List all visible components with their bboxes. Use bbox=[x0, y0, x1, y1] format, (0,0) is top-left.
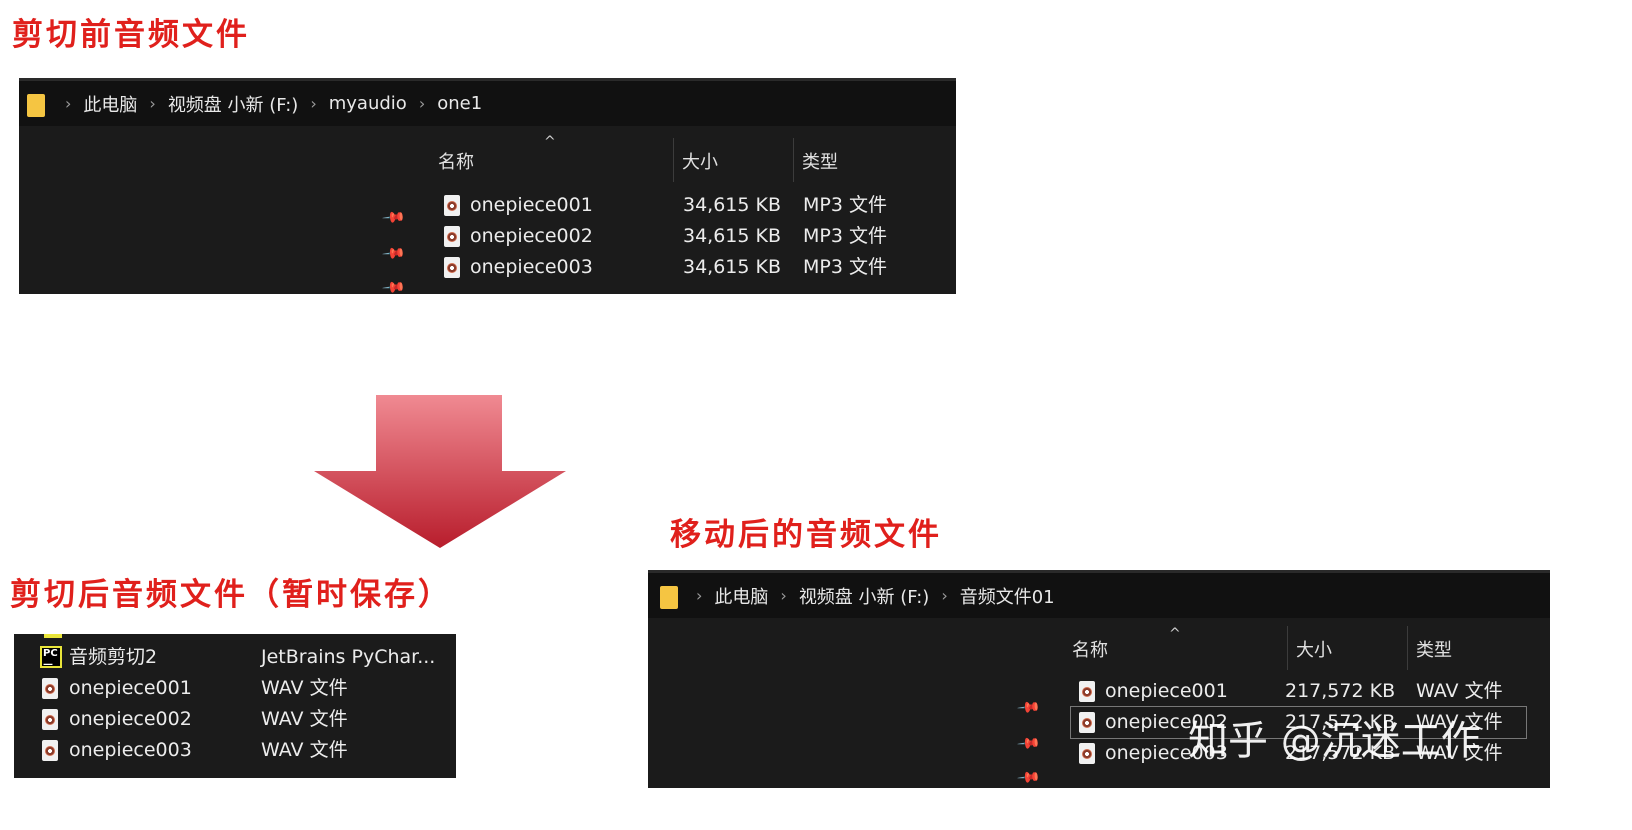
navigation-pane[interactable]: 📌 📌 📌 bbox=[19, 126, 411, 294]
audio-file-icon bbox=[42, 740, 58, 761]
audio-file-icon bbox=[444, 195, 460, 216]
file-row[interactable]: onepiece003 34,615 KB MP3 文件 bbox=[414, 252, 956, 283]
file-name: onepiece003 bbox=[470, 256, 593, 278]
chevron-right-icon: › bbox=[696, 586, 703, 605]
file-type: WAV 文件 bbox=[261, 739, 348, 761]
breadcrumb: › 此电脑 › 视频盘 小新 (F:) › 音频文件01 bbox=[684, 573, 1055, 618]
file-row[interactable]: onepiece001 WAV 文件 bbox=[14, 673, 456, 704]
partial-row-edge bbox=[44, 634, 62, 638]
pin-icon: 📌 bbox=[381, 274, 408, 294]
caption-cut-temp: 剪切后音频文件（暂时保存） bbox=[10, 577, 452, 613]
caption-before-cut: 剪切前音频文件 bbox=[12, 17, 250, 53]
chevron-right-icon: › bbox=[149, 94, 156, 113]
audio-file-icon bbox=[1079, 743, 1095, 764]
chevron-right-icon: › bbox=[780, 586, 787, 605]
pin-icon: 📌 bbox=[1016, 730, 1043, 757]
file-type: MP3 文件 bbox=[803, 225, 887, 247]
chevron-right-icon: › bbox=[310, 94, 317, 113]
breadcrumb-item[interactable]: 视频盘 小新 (F:) bbox=[799, 583, 930, 609]
breadcrumb-item[interactable]: myaudio bbox=[329, 93, 407, 114]
audio-file-icon bbox=[1079, 712, 1095, 733]
watermark: 知乎 @沉迷工作 bbox=[1188, 718, 1481, 764]
file-name: onepiece003 bbox=[69, 739, 192, 761]
breadcrumb-item[interactable]: 此电脑 bbox=[83, 91, 137, 117]
file-row[interactable]: onepiece001 217,572 KB WAV 文件 bbox=[1045, 676, 1550, 707]
sort-caret-icon: ^ bbox=[1169, 626, 1181, 642]
file-type: WAV 文件 bbox=[261, 677, 348, 699]
pin-icon: 📌 bbox=[381, 240, 408, 267]
file-type: MP3 文件 bbox=[803, 256, 887, 278]
chevron-right-icon: › bbox=[941, 586, 948, 605]
file-list: ^ 名称 大小 类型 onepiece001 34,615 KB MP3 文件 … bbox=[414, 126, 956, 294]
explorer-window-temp: PC — 音频剪切2 JetBrains PyChar... onepiece00… bbox=[14, 634, 456, 778]
chevron-right-icon: › bbox=[418, 94, 426, 113]
address-bar[interactable]: › 此电脑 › 视频盘 小新 (F:) › 音频文件01 bbox=[648, 570, 1550, 618]
file-name: onepiece001 bbox=[1105, 680, 1228, 702]
breadcrumb: › 此电脑 › 视频盘 小新 (F:) › myaudio › one1 bbox=[53, 81, 482, 126]
chevron-right-icon: › bbox=[65, 94, 72, 113]
file-name: onepiece001 bbox=[470, 194, 593, 216]
file-row[interactable]: onepiece002 34,615 KB MP3 文件 bbox=[414, 221, 956, 252]
file-row[interactable]: onepiece003 WAV 文件 bbox=[14, 735, 456, 766]
file-name: onepiece002 bbox=[69, 708, 192, 730]
breadcrumb-item[interactable]: 此电脑 bbox=[714, 583, 768, 609]
column-header-name[interactable]: 名称 bbox=[438, 148, 474, 174]
file-type: WAV 文件 bbox=[261, 708, 348, 730]
file-type: MP3 文件 bbox=[803, 194, 887, 216]
address-bar[interactable]: › 此电脑 › 视频盘 小新 (F:) › myaudio › one1 bbox=[19, 78, 956, 126]
column-header-size[interactable]: 大小 bbox=[1296, 636, 1332, 662]
file-name: 音频剪切2 bbox=[69, 646, 158, 668]
file-row[interactable]: onepiece002 WAV 文件 bbox=[14, 704, 456, 735]
column-header-size[interactable]: 大小 bbox=[682, 148, 718, 174]
breadcrumb-item[interactable]: 视频盘 小新 (F:) bbox=[168, 91, 299, 117]
audio-file-icon bbox=[444, 226, 460, 247]
file-name: onepiece002 bbox=[470, 225, 593, 247]
navigation-pane[interactable]: 📌 📌 📌 bbox=[648, 618, 1042, 788]
audio-file-icon bbox=[42, 709, 58, 730]
pycharm-icon: PC — bbox=[40, 646, 62, 670]
column-divider[interactable] bbox=[1407, 626, 1408, 670]
audio-file-icon bbox=[42, 678, 58, 699]
caption-after-move: 移动后的音频文件 bbox=[670, 517, 942, 553]
file-row[interactable]: PC — 音频剪切2 JetBrains PyChar... bbox=[14, 642, 456, 673]
column-divider[interactable] bbox=[793, 138, 794, 182]
file-size: 34,615 KB bbox=[682, 256, 781, 278]
breadcrumb-item[interactable]: 音频文件01 bbox=[960, 583, 1055, 609]
file-name: onepiece001 bbox=[69, 677, 192, 699]
file-size: 34,615 KB bbox=[682, 225, 781, 247]
sort-caret-icon: ^ bbox=[544, 134, 556, 150]
column-divider[interactable] bbox=[673, 138, 674, 182]
folder-icon bbox=[660, 586, 678, 609]
file-type: JetBrains PyChar... bbox=[261, 646, 436, 668]
pin-icon: 📌 bbox=[1016, 764, 1043, 788]
explorer-window-before: › 此电脑 › 视频盘 小新 (F:) › myaudio › one1 📌 📌… bbox=[19, 78, 956, 294]
breadcrumb-item[interactable]: one1 bbox=[437, 93, 482, 114]
column-header-type[interactable]: 类型 bbox=[802, 148, 838, 174]
column-header-type[interactable]: 类型 bbox=[1416, 636, 1452, 662]
pin-icon: 📌 bbox=[381, 204, 408, 231]
audio-file-icon bbox=[444, 257, 460, 278]
file-size: 217,572 KB bbox=[1285, 680, 1396, 702]
audio-file-icon bbox=[1079, 681, 1095, 702]
down-arrow-icon bbox=[314, 395, 566, 548]
file-row[interactable]: onepiece001 34,615 KB MP3 文件 bbox=[414, 190, 956, 221]
pin-icon: 📌 bbox=[1016, 694, 1043, 721]
file-size: 34,615 KB bbox=[682, 194, 781, 216]
folder-icon bbox=[27, 94, 45, 117]
column-divider[interactable] bbox=[1287, 626, 1288, 670]
column-header-name[interactable]: 名称 bbox=[1072, 636, 1108, 662]
file-type: WAV 文件 bbox=[1416, 680, 1503, 702]
